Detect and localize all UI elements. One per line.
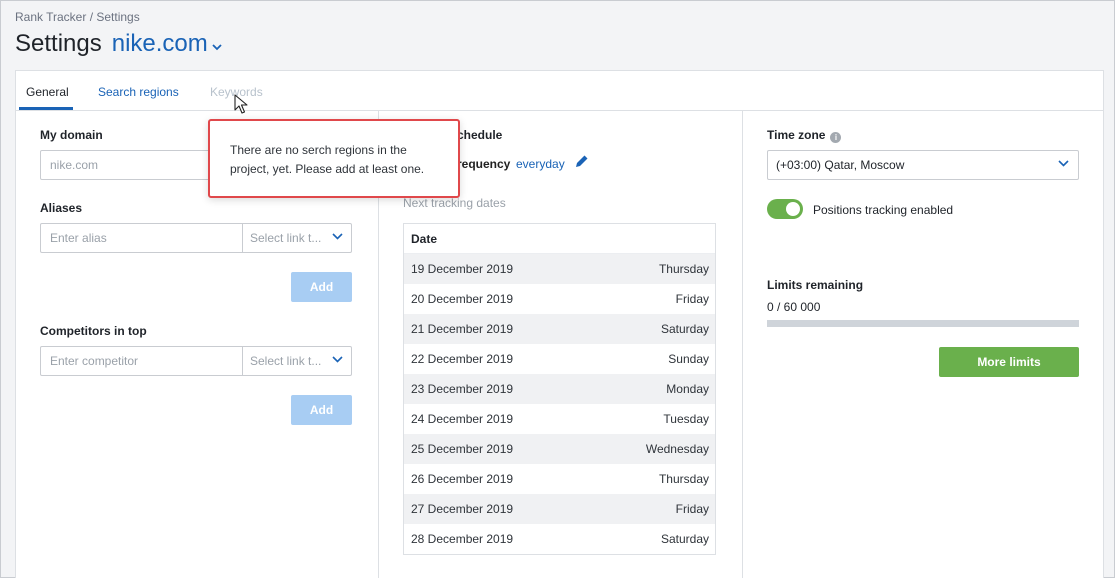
date-cell: 28 December 2019	[411, 532, 514, 546]
tracking-dates-table: Date 19 December 2019 Thursday 20 Decembe…	[403, 223, 716, 555]
breadcrumb: Rank Tracker / Settings	[15, 10, 140, 24]
alias-input[interactable]: Enter alias	[41, 224, 243, 252]
competitor-link-type-select[interactable]: Select link t...	[243, 347, 351, 375]
tab-search-regions[interactable]: Search regions	[98, 85, 179, 99]
date-cell: 20 December 2019	[411, 292, 514, 306]
competitor-input[interactable]: Enter competitor	[41, 347, 243, 375]
day-cell: Sunday	[668, 352, 709, 366]
more-limits-button[interactable]: More limits	[939, 347, 1079, 377]
chevron-down-icon	[212, 43, 222, 50]
competitor-link-type-placeholder: Select link t...	[250, 354, 322, 368]
table-row: 23 December 2019 Monday	[404, 374, 715, 404]
mouse-cursor-icon	[234, 94, 248, 114]
table-row: 20 December 2019 Friday	[404, 284, 715, 314]
limits-progress-bar	[767, 320, 1079, 327]
chevron-down-icon	[332, 356, 343, 363]
limits-value: 0 / 60 000	[767, 300, 821, 314]
chevron-down-icon	[332, 233, 343, 240]
timezone-label-row: Time zone i	[767, 128, 842, 143]
table-row: 22 December 2019 Sunday	[404, 344, 715, 374]
date-cell: 19 December 2019	[411, 262, 514, 276]
timezone-value: (+03:00) Qatar, Moscow	[776, 158, 905, 172]
day-cell: Thursday	[658, 262, 709, 276]
aliases-label: Aliases	[40, 201, 83, 215]
next-tracking-dates-label: Next tracking dates	[403, 196, 506, 210]
add-alias-button[interactable]: Add	[291, 272, 352, 302]
timezone-select[interactable]: (+03:00) Qatar, Moscow	[767, 150, 1079, 180]
table-row: 26 December 2019 Thursday	[404, 464, 715, 494]
date-cell: 25 December 2019	[411, 442, 514, 456]
alias-combo: Enter alias Select link t...	[40, 223, 352, 253]
frequency-value[interactable]: everyday	[516, 157, 565, 171]
limits-label: Limits remaining	[767, 278, 864, 292]
table-row: 27 December 2019 Friday	[404, 494, 715, 524]
competitor-combo: Enter competitor Select link t...	[40, 346, 352, 376]
title-row: Settings nike.com	[15, 30, 222, 58]
settings-card: General Search regions Keywords My domai…	[15, 70, 1104, 578]
competitors-label: Competitors in top	[40, 324, 147, 338]
active-tab-indicator	[19, 107, 73, 110]
date-cell: 22 December 2019	[411, 352, 514, 366]
day-cell: Friday	[675, 292, 709, 306]
chevron-down-icon	[1058, 160, 1069, 167]
project-domain-select[interactable]: nike.com	[112, 30, 222, 58]
alias-link-type-placeholder: Select link t...	[250, 231, 322, 245]
date-cell: 24 December 2019	[411, 412, 514, 426]
add-competitor-button[interactable]: Add	[291, 395, 352, 425]
tab-general[interactable]: General	[26, 85, 69, 99]
date-cell: 23 December 2019	[411, 382, 514, 396]
timezone-label: Time zone	[767, 128, 826, 142]
my-domain-label: My domain	[40, 128, 103, 142]
table-row: 28 December 2019 Saturday	[404, 524, 715, 554]
day-cell: Wednesday	[645, 442, 709, 456]
table-header-date: Date	[404, 224, 715, 254]
info-icon[interactable]: i	[830, 132, 842, 143]
day-cell: Tuesday	[663, 412, 709, 426]
table-row: 19 December 2019 Thursday	[404, 254, 715, 284]
positions-tracking-toggle[interactable]	[767, 199, 803, 219]
table-body: 19 December 2019 Thursday 20 December 201…	[404, 254, 715, 554]
day-cell: Saturday	[660, 532, 709, 546]
frequency-label: requency	[457, 157, 511, 171]
date-cell: 27 December 2019	[411, 502, 514, 516]
schedule-heading: chedule	[457, 128, 503, 142]
table-row: 24 December 2019 Tuesday	[404, 404, 715, 434]
alias-link-type-select[interactable]: Select link t...	[243, 224, 351, 252]
column-divider	[742, 111, 743, 578]
toggle-knob	[786, 202, 800, 216]
day-cell: Thursday	[658, 472, 709, 486]
page-title: Settings	[15, 30, 102, 57]
positions-tracking-label: Positions tracking enabled	[813, 203, 954, 217]
no-regions-tooltip: There are no serch regions in the projec…	[208, 119, 460, 198]
date-cell: 21 December 2019	[411, 322, 514, 336]
day-cell: Friday	[675, 502, 709, 516]
date-cell: 26 December 2019	[411, 472, 514, 486]
table-row: 25 December 2019 Wednesday	[404, 434, 715, 464]
project-domain-label: nike.com	[111, 30, 208, 57]
day-cell: Saturday	[660, 322, 709, 336]
table-row: 21 December 2019 Saturday	[404, 314, 715, 344]
tab-bar: General Search regions Keywords	[16, 71, 1103, 111]
day-cell: Monday	[666, 382, 709, 396]
pencil-edit-icon[interactable]	[574, 154, 589, 169]
